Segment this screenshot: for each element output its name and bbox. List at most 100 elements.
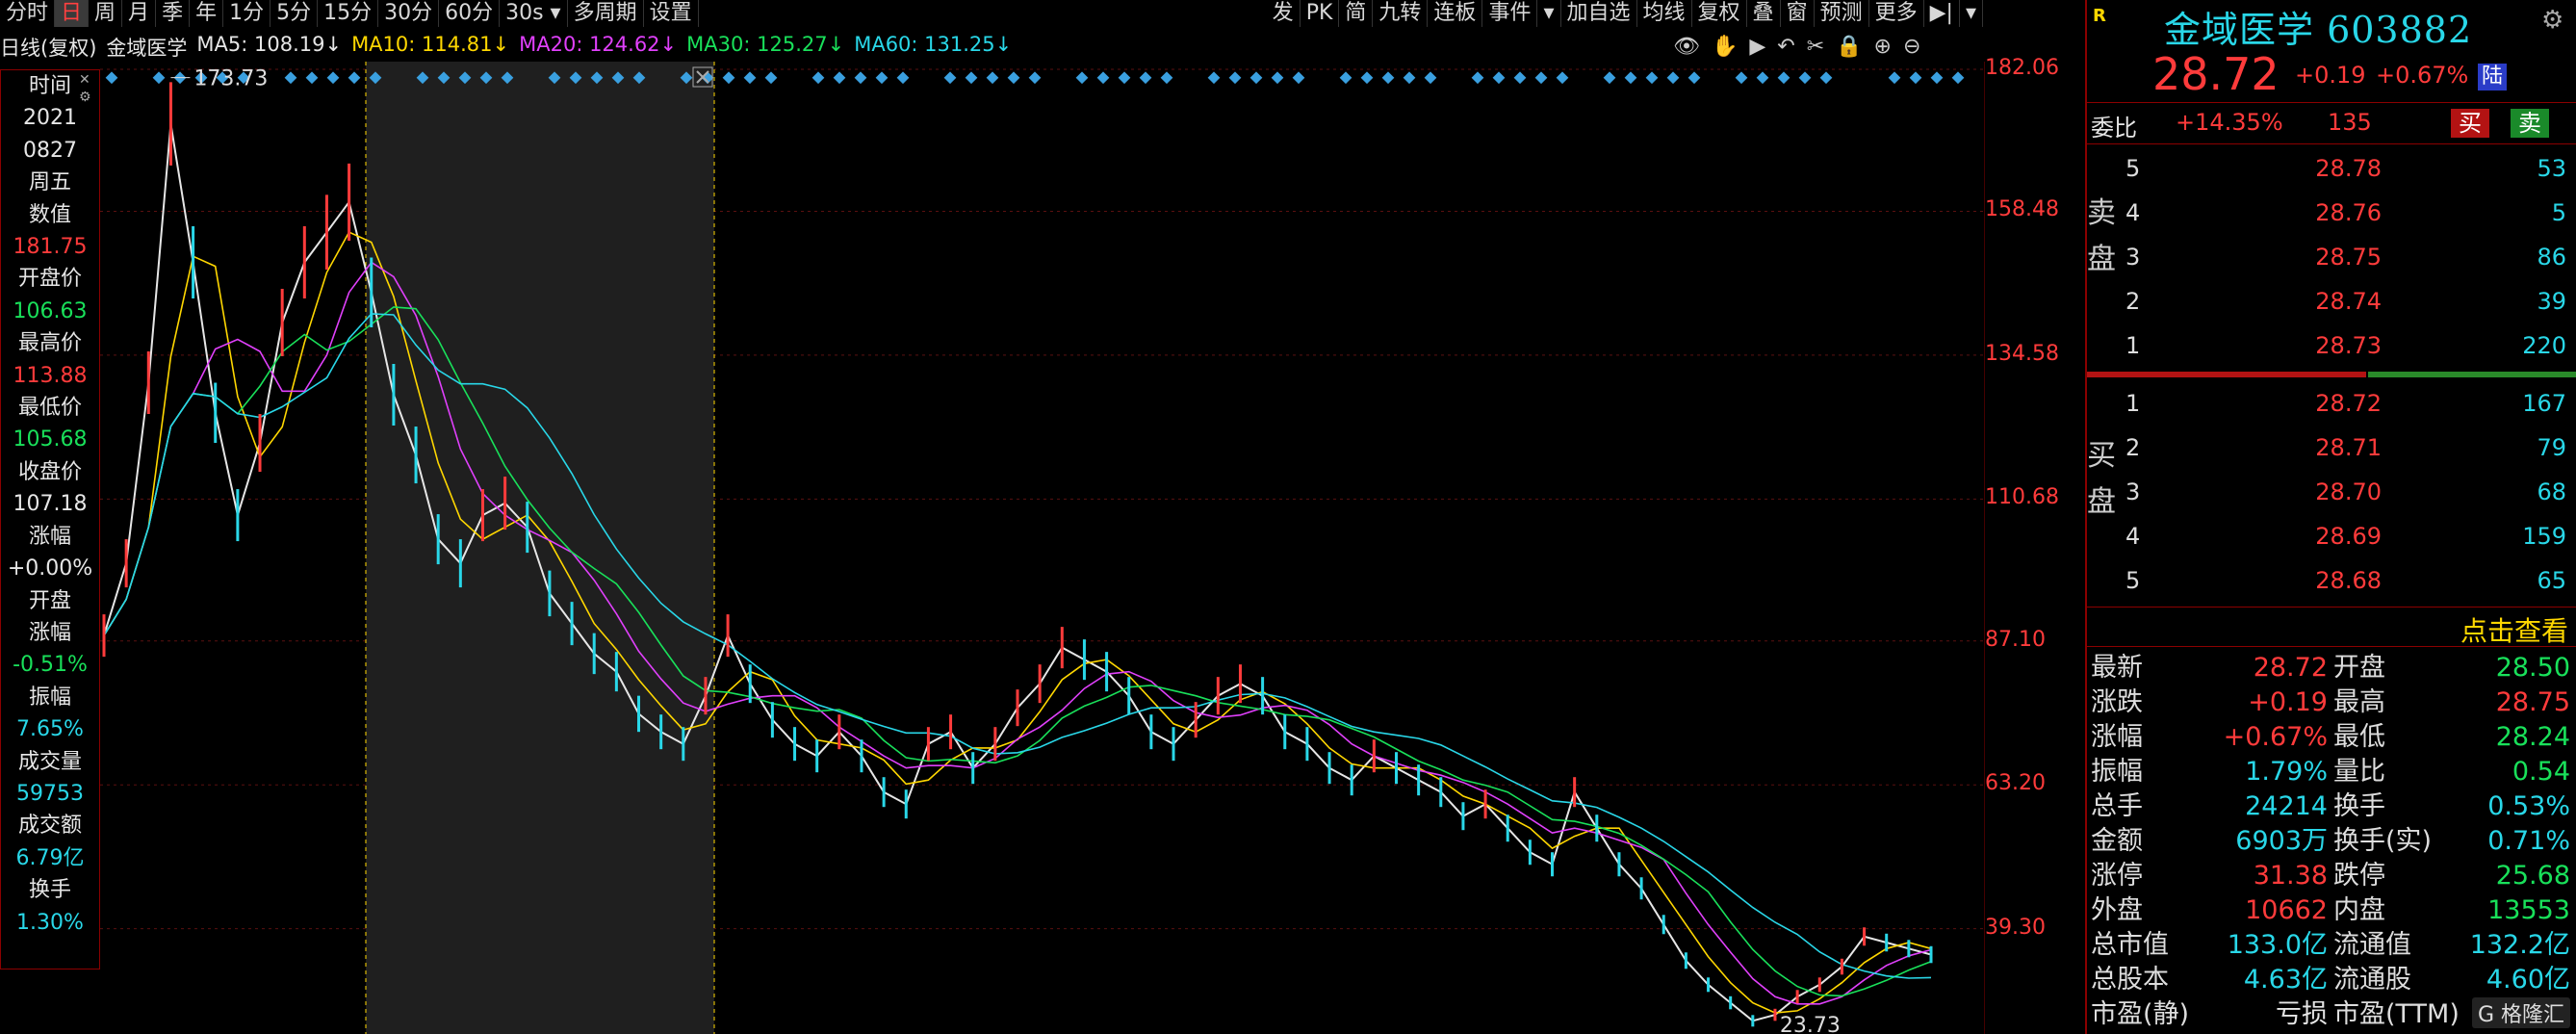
event-marker-11 (1556, 71, 1569, 85)
stat-key: 内盘 (2333, 895, 2385, 925)
event-marker-27 (1798, 71, 1812, 85)
ask-volume: 5 (2551, 199, 2566, 226)
click-view-link[interactable]: 点击查看 (2460, 610, 2568, 649)
ask-row-1[interactable]: 1 28.73 220 (2125, 323, 2576, 368)
event-marker-14 (1951, 71, 1965, 85)
bid-row-5[interactable]: 5 28.68 65 (2125, 558, 2576, 603)
period-tab-11[interactable]: 30s ▾ (500, 0, 568, 27)
stat-value: 28.72 (2253, 653, 2328, 683)
hand-icon[interactable]: ✋ (1712, 35, 1738, 59)
stat-value: 24214 (2245, 791, 2328, 821)
period-tab-0[interactable]: 分时 (0, 0, 56, 27)
buy-button[interactable]: 买 (2451, 109, 2489, 138)
bid-volume: 65 (2537, 567, 2566, 594)
tool-button-2[interactable]: 简 (1339, 0, 1374, 27)
zoom-in-icon[interactable]: ⊕ (1874, 35, 1892, 59)
period-tab-8[interactable]: 15分 (318, 0, 379, 27)
period-tab-12[interactable]: 多周期 (568, 0, 644, 27)
quote-title: R 金域医学 603882 ⚙ (2087, 0, 2576, 51)
weibi-label: 委比 (2091, 115, 2137, 142)
stat-value: +0.67% (2223, 722, 2328, 752)
bid-row-2[interactable]: 2 28.71 79 (2125, 426, 2576, 470)
tool-button-15[interactable]: ▾ (1960, 0, 1983, 27)
sell-button[interactable]: 卖 (2511, 109, 2549, 138)
close-icon[interactable]: ✕ (79, 71, 91, 89)
ask-row-5[interactable]: 5 28.78 53 (2125, 146, 2576, 191)
period-tab-6[interactable]: 1分 (223, 0, 271, 27)
event-marker-16 (348, 71, 361, 85)
ask-row-2[interactable]: 2 28.74 39 (2125, 279, 2576, 323)
play-icon[interactable]: ▶ (1749, 35, 1765, 59)
period-tab-5[interactable]: 年 (190, 0, 224, 27)
tool-button-0[interactable]: 发 (1267, 0, 1301, 27)
tool-button-12[interactable]: 预测 (1815, 0, 1869, 27)
undo-icon[interactable]: ↶ (1777, 35, 1794, 59)
bid-price: 28.71 (2315, 434, 2382, 461)
settings-gear-icon[interactable]: ⚙ (2541, 6, 2563, 35)
info-line-20: 7.65% (16, 717, 84, 742)
period-tab-13[interactable]: 设置 (644, 0, 699, 27)
buy-side-char-1: 盘 (2087, 485, 2116, 519)
bid-row-1[interactable]: 1 28.72 167 (2125, 381, 2576, 426)
last-price: 28.72 (2152, 48, 2280, 100)
ask-price: 28.76 (2315, 199, 2382, 226)
kline-chart[interactable]: 173.73 23.73 (100, 62, 1985, 1034)
tool-button-1[interactable]: PK (1301, 0, 1340, 27)
weibi-row: 委比 +14.35% 135 买 卖 (2087, 102, 2576, 144)
ma-legend: 日线(复权) 金域医学 MA5: 108.19↓ MA10: 114.81↓ MA2… (0, 33, 1012, 62)
click-view-row[interactable]: 点击查看 (2087, 607, 2576, 647)
ask-volume: 53 (2537, 155, 2566, 182)
tool-button-9[interactable]: 复权 (1692, 0, 1747, 27)
tool-button-10[interactable]: 叠 (1747, 0, 1781, 27)
tool-button-5[interactable]: 事件 (1482, 0, 1538, 27)
scissors-icon[interactable]: ✂ (1807, 35, 1824, 59)
lock-icon[interactable]: 🔒 (1836, 35, 1862, 59)
tool-button-11[interactable]: 窗 (1781, 0, 1815, 27)
ask-price: 28.73 (2315, 332, 2382, 359)
eye-icon[interactable]: 👁 (1673, 35, 1700, 59)
period-tab-9[interactable]: 30分 (378, 0, 440, 27)
tool-button-4[interactable]: 连板 (1428, 0, 1483, 27)
info-line-4: 数值 (28, 202, 71, 227)
period-tab-1[interactable]: 日 (55, 0, 90, 27)
tool-button-14[interactable]: ▶| (1924, 0, 1960, 27)
stat-key: 外盘 (2091, 895, 2143, 925)
ask-level: 2 (2125, 288, 2141, 315)
ask-level: 5 (2125, 155, 2141, 182)
tool-button-3[interactable]: 九转 (1373, 0, 1429, 27)
event-marker-22 (1139, 71, 1152, 85)
stat-row-2: 涨幅 +0.67% 最低 28.24 (2087, 720, 2576, 755)
period-tab-10[interactable]: 60分 (439, 0, 501, 27)
stat-key: 开盘 (2333, 653, 2385, 683)
period-tab-3[interactable]: 月 (122, 0, 157, 27)
ask-volume: 39 (2537, 288, 2566, 315)
stat-value: 0.54 (2512, 757, 2570, 787)
ask-row-3[interactable]: 3 28.75 86 (2125, 235, 2576, 279)
price-tick-5: 63.20 (1985, 771, 2046, 796)
bid-row-4[interactable]: 4 28.69 159 (2125, 514, 2576, 558)
price-change: +0.19 (2295, 62, 2366, 89)
event-marker-41 (1777, 71, 1790, 85)
price-tick-3: 110.68 (1985, 485, 2059, 510)
event-marker-67 (1471, 71, 1484, 85)
period-tab-4[interactable]: 季 (156, 0, 191, 27)
bid-row-3[interactable]: 3 28.70 68 (2125, 470, 2576, 514)
stat-key: 流通股 (2333, 965, 2411, 995)
event-marker-56 (1888, 71, 1901, 85)
bid-volume: 79 (2537, 434, 2566, 461)
tool-button-7[interactable]: 加自选 (1561, 0, 1637, 27)
gear-icon[interactable]: ⚙ (79, 89, 91, 106)
tool-button-6[interactable]: ▾ (1537, 0, 1561, 27)
price-tick-2: 134.58 (1985, 341, 2059, 366)
period-tab-2[interactable]: 周 (89, 0, 123, 27)
period-tab-7[interactable]: 5分 (270, 0, 319, 27)
tool-button-13[interactable]: 更多 (1869, 0, 1924, 27)
stat-value: 25.68 (2495, 861, 2570, 891)
ask-volume: 220 (2522, 332, 2566, 359)
zoom-out-icon[interactable]: ⊖ (1903, 35, 1920, 59)
tool-button-8[interactable]: 均线 (1637, 0, 1692, 27)
bid-price: 28.69 (2315, 523, 2382, 550)
stat-key: 总股本 (2091, 965, 2169, 995)
ask-row-4[interactable]: 4 28.76 5 (2125, 191, 2576, 235)
orderbook-divider (2087, 372, 2576, 377)
